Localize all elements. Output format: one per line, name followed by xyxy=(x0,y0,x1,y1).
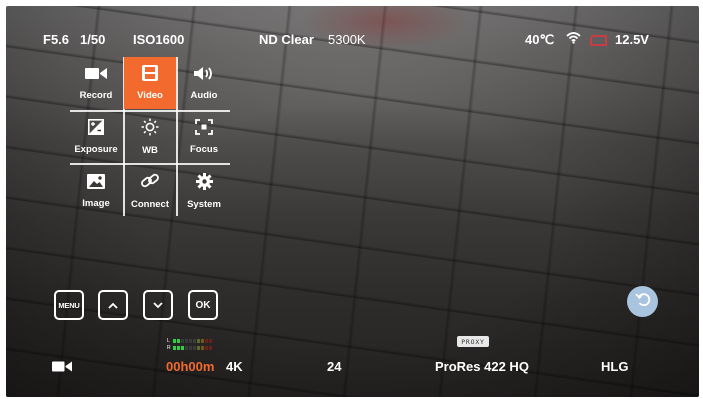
menu-item-exposure[interactable]: Exposure xyxy=(70,111,122,163)
meter-segment xyxy=(209,339,212,343)
menu-item-label: WB xyxy=(142,145,158,156)
ok-button[interactable]: OK xyxy=(188,290,218,320)
meter-segment xyxy=(173,346,176,350)
chevron-up-icon xyxy=(108,296,118,314)
nd-value[interactable]: ND Clear xyxy=(259,32,314,47)
aperture-value[interactable]: F5.6 xyxy=(43,32,69,47)
menu-item-wb[interactable]: WB xyxy=(124,111,176,163)
meter-segment xyxy=(197,346,200,350)
menu-item-video[interactable]: Video xyxy=(124,57,176,109)
meter-segment xyxy=(185,346,188,350)
down-button[interactable] xyxy=(143,290,173,320)
wifi-icon xyxy=(566,31,581,49)
menu-item-label: Focus xyxy=(190,144,218,155)
meter-bar xyxy=(173,346,212,350)
menu-item-label: Audio xyxy=(190,89,218,101)
timecode: 00h00m xyxy=(166,359,215,374)
frame-rate-value[interactable]: 24 xyxy=(327,359,341,374)
meter-segment xyxy=(193,339,196,343)
meter-segment xyxy=(181,346,184,350)
gamma-value[interactable]: HLG xyxy=(601,359,628,374)
menu-item-label: Exposure xyxy=(74,144,118,155)
shutter-value[interactable]: 1/50 xyxy=(80,32,105,47)
meter-segment xyxy=(209,346,212,350)
meter-segment xyxy=(173,339,176,343)
battery-icon xyxy=(590,33,608,51)
sun-icon xyxy=(141,118,159,141)
meter-segment xyxy=(193,346,196,350)
menu-item-image[interactable]: Image xyxy=(70,165,122,217)
focus-icon xyxy=(195,119,213,140)
menu-item-label: Image xyxy=(82,197,110,209)
menu-item-label: System xyxy=(187,198,221,210)
link-icon xyxy=(140,172,160,195)
meter-segment xyxy=(205,346,208,350)
meter-segment xyxy=(201,339,204,343)
menu-item-label: Connect xyxy=(131,199,169,210)
menu-item-system[interactable]: System xyxy=(178,165,230,217)
meter-segment xyxy=(185,339,188,343)
menu-button[interactable]: MENU xyxy=(54,290,84,320)
menu-item-audio[interactable]: Audio xyxy=(178,57,230,109)
meter-segment xyxy=(177,346,180,350)
audio-meter-right: R xyxy=(167,346,219,351)
resolution-value[interactable]: 4K xyxy=(226,359,243,374)
menu-item-focus[interactable]: Focus xyxy=(178,111,230,163)
main-menu-grid: Record Video Audio Exposure WB Focus Ima… xyxy=(70,57,230,216)
menu-item-connect[interactable]: Connect xyxy=(124,165,176,217)
ok-button-label: OK xyxy=(195,299,211,311)
meter-segment xyxy=(177,339,180,343)
proxy-badge-label: PROXY xyxy=(461,337,485,346)
speaker-icon xyxy=(194,66,214,86)
audio-meter-left: L xyxy=(167,339,219,344)
meter-segment xyxy=(189,339,192,343)
meter-segment xyxy=(205,339,208,343)
gear-icon xyxy=(195,172,213,195)
temperature-value: 40℃ xyxy=(525,32,555,47)
camcorder-icon xyxy=(85,66,107,86)
back-button[interactable] xyxy=(627,286,658,317)
codec-value[interactable]: ProRes 422 HQ xyxy=(435,359,529,374)
voltage-value: 12.5V xyxy=(615,32,649,47)
up-button[interactable] xyxy=(98,290,128,320)
camcorder-icon xyxy=(52,360,72,378)
white-balance-value[interactable]: 5300K xyxy=(328,32,366,47)
proxy-badge: PROXY xyxy=(457,336,489,347)
meter-segment xyxy=(197,339,200,343)
image-icon xyxy=(87,173,105,194)
chevron-down-icon xyxy=(153,296,163,314)
meter-segment xyxy=(189,346,192,350)
menu-item-record[interactable]: Record xyxy=(70,57,122,109)
meter-segment xyxy=(181,339,184,343)
menu-button-label: MENU xyxy=(58,300,80,310)
exposure-icon xyxy=(88,119,104,140)
iso-value[interactable]: ISO1600 xyxy=(133,32,184,47)
film-icon xyxy=(142,65,158,86)
menu-item-label: Video xyxy=(137,90,163,101)
back-arrow-icon xyxy=(634,291,651,312)
meter-segment xyxy=(201,346,204,350)
menu-item-label: Record xyxy=(79,89,113,101)
camera-preview: F5.6 1/50 ISO1600 ND Clear 5300K 40℃ 12.… xyxy=(6,6,699,397)
status-bar: F5.6 1/50 ISO1600 ND Clear 5300K 40℃ 12.… xyxy=(6,6,699,47)
meter-bar xyxy=(173,339,212,343)
